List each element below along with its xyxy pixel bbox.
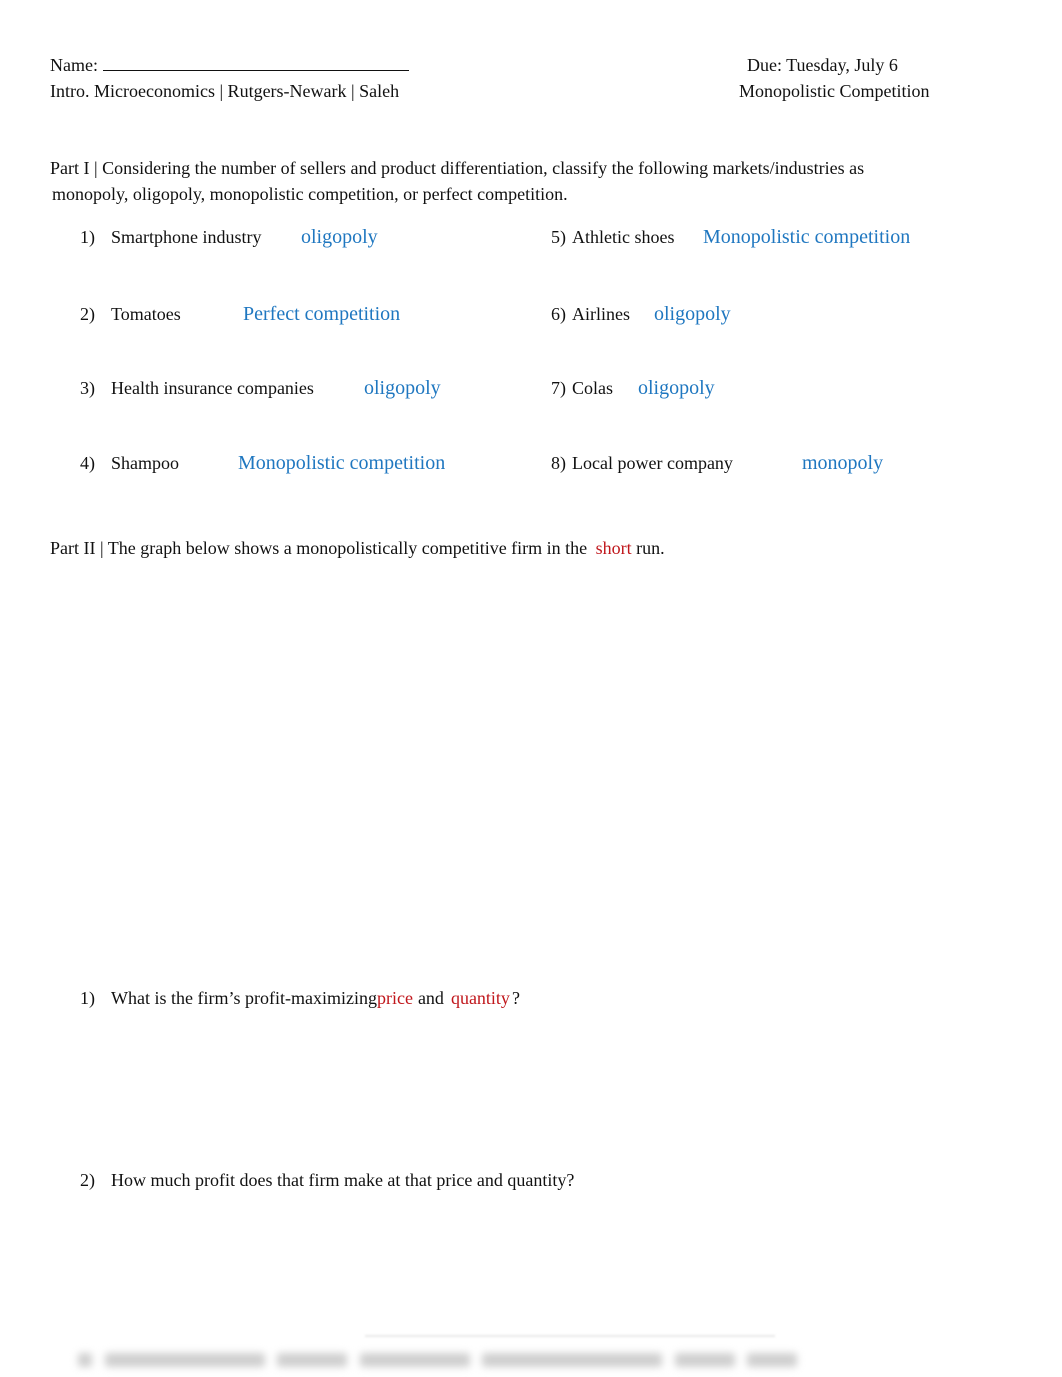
assignment-topic: Monopolistic Competition [739, 81, 930, 101]
question-highlight-price: price [376, 988, 413, 1008]
question-number: 1) [80, 988, 95, 1008]
item-number: 1) [80, 227, 95, 247]
question-text-mid: and [417, 988, 444, 1008]
item-number: 6) [551, 304, 566, 324]
item-label: Local power company [572, 453, 733, 473]
item-label: Smartphone industry [111, 227, 262, 247]
item-number: 3) [80, 378, 95, 398]
name-field[interactable]: Name: [50, 56, 409, 74]
due-date: Due: Tuesday, July 6 [747, 55, 898, 75]
question-text: What is the firm’s profit-maximizingpric… [111, 989, 520, 1007]
part1-prompt-line1: Part I | Considering the number of selle… [50, 158, 865, 178]
part1-prompt-line2: monopoly, oligopoly, monopolistic compet… [52, 184, 568, 204]
item-label: Shampoo [111, 453, 180, 473]
item-answer[interactable]: oligopoly [364, 378, 441, 398]
item-answer[interactable]: Monopolistic competition [238, 453, 445, 473]
question-number: 2) [80, 1170, 95, 1190]
item-answer[interactable]: Monopolistic competition [703, 227, 910, 247]
item-answer[interactable]: monopoly [802, 453, 883, 473]
course-info: Intro. Microeconomics | Rutgers-Newark |… [50, 81, 400, 101]
item-number: 4) [80, 453, 95, 473]
item-answer[interactable]: oligopoly [638, 378, 715, 398]
graph-placeholder [60, 580, 960, 960]
redacted-question [78, 1348, 808, 1372]
item-label: Colas [572, 378, 614, 398]
item-number: 8) [551, 453, 566, 473]
item-number: 2) [80, 304, 95, 324]
part2-prompt-text: Part II | The graph below shows a monopo… [50, 538, 588, 558]
name-label: Name: [50, 55, 98, 75]
redacted-line [365, 1335, 775, 1337]
item-label: Airlines [572, 304, 630, 324]
question-highlight-quantity: quantity [450, 988, 510, 1008]
name-blank-line[interactable] [102, 56, 409, 71]
item-answer[interactable]: Perfect competition [243, 304, 400, 324]
item-number: 7) [551, 378, 566, 398]
item-label: Tomatoes [111, 304, 181, 324]
item-label: Athletic shoes [572, 227, 675, 247]
part2-prompt-highlight: short [595, 538, 632, 558]
item-number: 5) [551, 227, 566, 247]
item-answer[interactable]: oligopoly [654, 304, 731, 324]
question-text: How much profit does that firm make at t… [111, 1170, 575, 1190]
item-answer[interactable]: oligopoly [301, 227, 378, 247]
question-text-end: ? [511, 988, 520, 1008]
item-label: Health insurance companies [111, 378, 314, 398]
part2-prompt-end: run. [636, 538, 665, 558]
question-text-start: What is the firm’s profit-maximizing [111, 988, 377, 1008]
part2-prompt: Part II | The graph below shows a monopo… [50, 539, 665, 557]
